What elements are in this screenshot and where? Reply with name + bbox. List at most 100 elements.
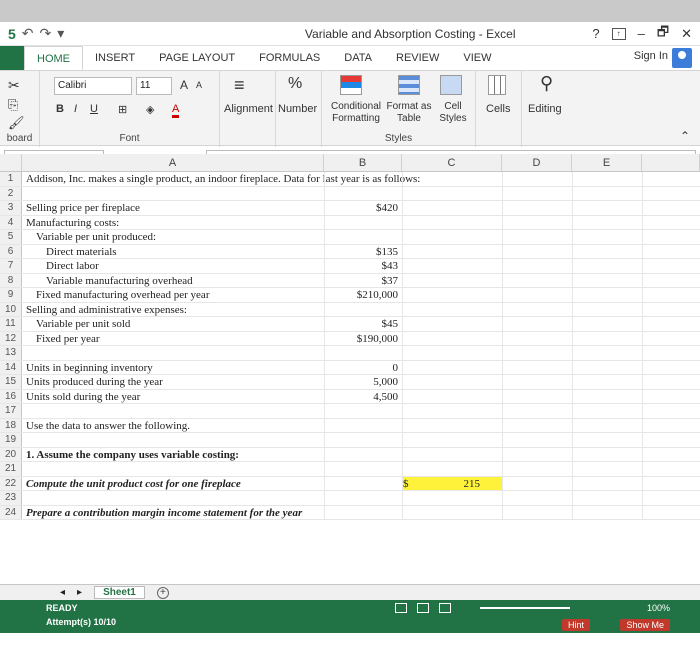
tab-formulas[interactable]: FORMULAS — [247, 46, 332, 70]
cell-c[interactable] — [402, 186, 502, 200]
tab-review[interactable]: REVIEW — [384, 46, 451, 70]
cell-b[interactable]: $45 — [324, 317, 402, 331]
row-number[interactable]: 23 — [0, 491, 22, 505]
column-header-a[interactable]: A — [22, 154, 324, 171]
cell-e[interactable] — [572, 433, 642, 447]
cell-f[interactable] — [642, 505, 700, 519]
column-header-e[interactable]: E — [572, 154, 642, 171]
tab-page-layout[interactable]: PAGE LAYOUT — [147, 46, 247, 70]
cell-b[interactable] — [324, 172, 402, 186]
cell-f[interactable] — [642, 172, 700, 186]
cell-f[interactable] — [642, 331, 700, 345]
cell-f[interactable] — [642, 317, 700, 331]
cell-a[interactable]: Fixed per year — [22, 332, 324, 346]
cell-f[interactable] — [642, 447, 700, 461]
cell-a[interactable]: 1. Assume the company uses variable cost… — [22, 448, 324, 462]
cell-c[interactable] — [402, 273, 502, 287]
cell-a[interactable]: Units sold during the year — [22, 390, 324, 404]
cell-c[interactable] — [402, 302, 502, 316]
cell-f[interactable] — [642, 244, 700, 258]
cell-d[interactable] — [502, 491, 572, 505]
cell-f[interactable] — [642, 288, 700, 302]
cell-e[interactable] — [572, 346, 642, 360]
row-number[interactable]: 3 — [0, 201, 22, 215]
cut-icon[interactable]: ✂ — [8, 77, 20, 94]
cell-e[interactable] — [572, 389, 642, 403]
cell-b[interactable] — [324, 404, 402, 418]
row-number[interactable]: 6 — [0, 244, 22, 258]
column-header-f[interactable] — [642, 154, 700, 171]
row-number[interactable]: 19 — [0, 433, 22, 447]
cell-b[interactable]: 4,500 — [324, 389, 402, 403]
cell-b[interactable] — [324, 447, 402, 461]
font-color-button[interactable]: A — [172, 103, 180, 118]
cell-d[interactable] — [502, 288, 572, 302]
cell-f[interactable] — [642, 491, 700, 505]
cell-c[interactable] — [402, 389, 502, 403]
cell-b[interactable] — [324, 505, 402, 519]
cell-a[interactable]: Manufacturing costs: — [22, 216, 324, 230]
row-number[interactable]: 18 — [0, 418, 22, 432]
row-number[interactable]: 4 — [0, 215, 22, 229]
cell-d[interactable] — [502, 433, 572, 447]
row-number[interactable]: 11 — [0, 317, 22, 331]
cell-a[interactable]: Compute the unit product cost for one fi… — [22, 477, 324, 491]
cell-d[interactable] — [502, 230, 572, 244]
cell-a[interactable]: Variable manufacturing overhead — [22, 274, 324, 288]
font-size-select[interactable]: 11 — [136, 77, 172, 95]
worksheet[interactable]: A B C D E 1 Addison, Inc. makes a single … — [0, 154, 700, 584]
cells-group[interactable]: Cells — [476, 71, 522, 147]
redo-icon[interactable]: ↷ — [40, 25, 52, 42]
cell-f[interactable] — [642, 302, 700, 316]
cell-d[interactable] — [502, 331, 572, 345]
cell-b[interactable] — [324, 433, 402, 447]
cell-c[interactable] — [402, 505, 502, 519]
tab-file[interactable] — [0, 46, 24, 70]
cell-e[interactable] — [572, 360, 642, 374]
cell-d[interactable] — [502, 505, 572, 519]
row-number[interactable]: 16 — [0, 389, 22, 403]
sheet-tab-sheet1[interactable]: Sheet1 — [94, 586, 145, 599]
row-number[interactable]: 5 — [0, 230, 22, 244]
cell-d[interactable] — [502, 172, 572, 186]
underline-button[interactable]: U — [90, 103, 98, 115]
shrink-font-button[interactable]: A — [196, 80, 202, 90]
cell-d[interactable] — [502, 389, 572, 403]
minimize-button[interactable]: – — [638, 26, 645, 41]
cell-a[interactable]: Direct materials — [22, 245, 324, 259]
cell-f[interactable] — [642, 259, 700, 273]
cell-b[interactable]: $420 — [324, 201, 402, 215]
hint-button[interactable]: Hint — [561, 619, 590, 631]
cell-d[interactable] — [502, 476, 572, 490]
cell-d[interactable] — [502, 215, 572, 229]
cell-d[interactable] — [502, 317, 572, 331]
zoom-level[interactable]: 100% — [647, 603, 670, 613]
customize-icon[interactable]: ▾ — [57, 25, 64, 42]
cell-a[interactable]: Use the data to answer the following. — [22, 419, 324, 433]
cell-d[interactable] — [502, 186, 572, 200]
row-number[interactable]: 12 — [0, 331, 22, 345]
tab-view[interactable]: VIEW — [451, 46, 503, 70]
row-number[interactable]: 10 — [0, 302, 22, 316]
cell-c[interactable] — [402, 404, 502, 418]
cell-a[interactable]: Selling and administrative expenses: — [22, 303, 324, 317]
number-group[interactable]: % Number — [276, 71, 322, 147]
cell-e[interactable] — [572, 447, 642, 461]
cell-b[interactable] — [324, 230, 402, 244]
cell-d[interactable] — [502, 375, 572, 389]
copy-icon[interactable]: ⎘ — [8, 97, 18, 113]
editing-group[interactable]: ⚲ Editing — [522, 71, 578, 147]
cell-b[interactable]: 5,000 — [324, 375, 402, 389]
restore-button[interactable]: 🗗 — [657, 23, 669, 45]
tab-data[interactable]: DATA — [332, 46, 384, 70]
column-header-d[interactable]: D — [502, 154, 572, 171]
cell-c[interactable] — [402, 317, 502, 331]
cell-a[interactable]: Variable per unit sold — [22, 317, 324, 331]
cell-b[interactable]: $135 — [324, 244, 402, 258]
row-number[interactable]: 13 — [0, 346, 22, 360]
cell-b[interactable] — [324, 302, 402, 316]
cell-a[interactable]: Variable per unit produced: — [22, 230, 324, 244]
cell-a[interactable]: Fixed manufacturing overhead per year — [22, 288, 324, 302]
prev-sheet-icon[interactable]: ◂ — [60, 587, 65, 598]
cell-a[interactable] — [22, 404, 324, 418]
